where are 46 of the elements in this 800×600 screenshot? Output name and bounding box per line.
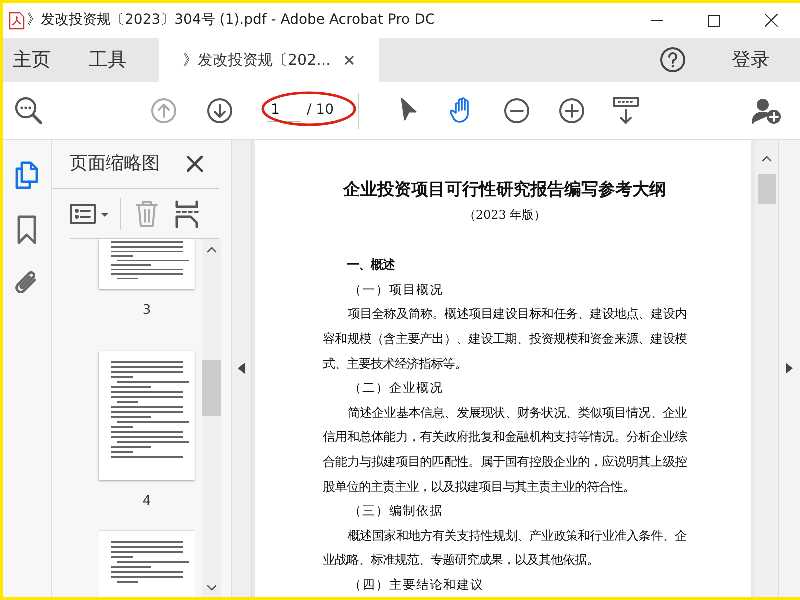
add-user-icon[interactable]: [752, 96, 782, 124]
page-thumbnail[interactable]: [99, 350, 195, 480]
page-thumbnail[interactable]: [99, 239, 195, 290]
close-icon[interactable]: [187, 156, 203, 172]
scrollbar-thumb[interactable]: [758, 174, 776, 204]
scroll-up-icon[interactable]: [762, 156, 772, 162]
collapse-right-icon[interactable]: [786, 363, 793, 374]
body-paragraph: 概述国家和地方有关支持性规划、产业政策和行业准入条件、企业战略、标准规范、专题研究成果，以及其他依据。: [323, 526, 687, 570]
page-number-field[interactable]: 1: [267, 100, 301, 122]
page-number-label: 3: [142, 302, 152, 320]
zoom-in-icon[interactable]: [558, 98, 585, 124]
next-page-icon[interactable]: [207, 98, 233, 124]
body-paragraph: 项目全称及简称。概述项目建设目标和任务、建设地点、建设内容和规模（含主要产出）、建设工期、投资规模和资金来源、建设模式、主要技术经济指标等。: [323, 305, 687, 373]
scroll-up-icon[interactable]: [206, 247, 216, 254]
close-icon[interactable]: [344, 56, 354, 64]
collapse-left-icon[interactable]: [238, 363, 245, 374]
subsection-heading: （二）企业概况: [348, 379, 444, 398]
find-icon[interactable]: [14, 96, 44, 126]
document-title: 企业投资项目可行性研究报告编写参考大纲: [342, 179, 668, 202]
zoom-out-icon[interactable]: [504, 98, 530, 124]
pdf-file-icon: [9, 12, 25, 30]
page-number-label: 4: [142, 493, 152, 512]
section-heading: 一、概述: [346, 256, 396, 274]
subsection-heading: （一）项目概况: [348, 280, 444, 299]
help-icon[interactable]: [660, 47, 686, 73]
body-paragraph: 简述企业基本信息、发展现状、财务状况、类似项目情况、企业信用和总体能力，有关政府批复和金融机构支持等情况。分析企业综合能力与拟建项目的匹配性。属于国有控股企业的，应说明其上级控股单位的主责主业，以及拟建项目与其主责主业的符合性。: [323, 404, 687, 496]
options-icon[interactable]: [70, 202, 112, 225]
subsection-heading: （四）主要结论和建议: [348, 576, 485, 594]
sign-in-link[interactable]: 登录: [722, 38, 800, 82]
maximize-icon[interactable]: [708, 14, 720, 26]
page-count: / 10: [307, 101, 334, 120]
minimize-icon[interactable]: [651, 20, 663, 22]
page-cut-icon[interactable]: [175, 200, 199, 228]
subsection-heading: （三）编制依据: [348, 502, 444, 520]
page-thumbnail[interactable]: [99, 530, 195, 597]
panel-title: 页面缩略图: [70, 152, 160, 176]
pages-icon[interactable]: [13, 160, 41, 192]
close-icon[interactable]: [765, 14, 778, 27]
document-subtitle: （2023 年版）: [462, 206, 548, 224]
tab[interactable]: 工具: [67, 38, 143, 82]
scroll-down-icon[interactable]: [206, 584, 216, 591]
tab[interactable]: 》发改投资规〔202...: [159, 38, 379, 82]
tab[interactable]: 主页: [3, 38, 67, 82]
fit-page-icon[interactable]: [612, 96, 639, 124]
scrollbar-thumb[interactable]: [202, 360, 221, 416]
window-title: 》发改投资规〔2023〕304号 (1).pdf - Adobe Acrobat Pro DC: [27, 11, 436, 30]
